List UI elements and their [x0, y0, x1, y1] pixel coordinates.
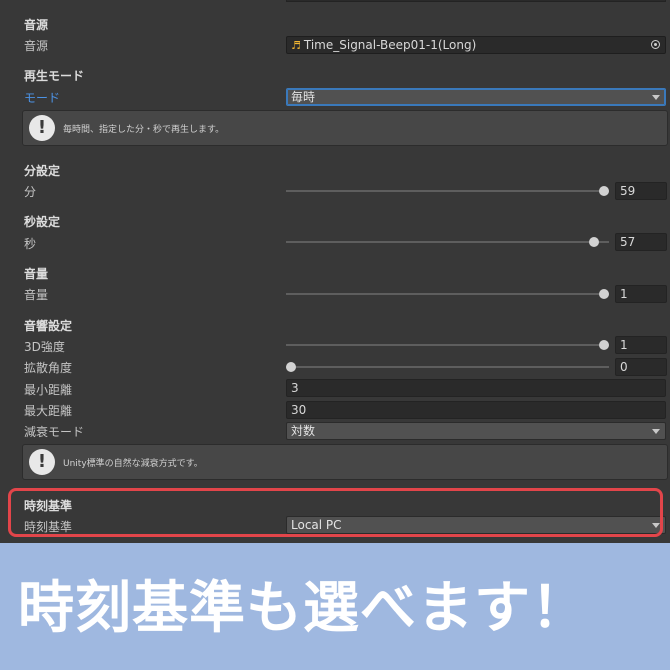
time-base-highlight: [8, 488, 663, 537]
max-distance-input[interactable]: 30: [286, 401, 666, 419]
volume-input[interactable]: 1: [615, 285, 667, 303]
rolloff-help-text: Unity標準の自然な減衰方式です。: [63, 459, 203, 469]
second-header: 秒設定: [24, 215, 61, 229]
play-mode-help-box: ! 毎時間、指定した分・秒で再生します。: [22, 110, 668, 146]
max-distance-label: 最大距離: [24, 404, 73, 418]
audio-source-label: 音源: [24, 39, 49, 53]
spatial-blend-slider-thumb[interactable]: [599, 340, 609, 350]
volume-header: 音量: [24, 267, 49, 281]
volume-slider-track[interactable]: [286, 293, 609, 295]
audio-clip-icon: ♬: [291, 39, 301, 52]
minute-label: 分: [24, 185, 37, 199]
spread-input[interactable]: 0: [615, 358, 667, 376]
sound-settings-header: 音響設定: [24, 319, 73, 333]
play-mode-header: 再生モード: [24, 69, 85, 83]
audio-clip-field[interactable]: ♬ Time_Signal-Beep01-1(Long): [286, 36, 666, 54]
second-input[interactable]: 57: [615, 233, 667, 251]
min-distance-label: 最小距離: [24, 383, 73, 397]
second-label: 秒: [24, 237, 37, 251]
rolloff-mode-dropdown[interactable]: 対数: [286, 422, 666, 440]
play-mode-help-text: 毎時間、指定した分・秒で再生します。: [63, 125, 225, 135]
play-mode-dropdown[interactable]: 毎時: [286, 88, 666, 106]
play-mode-label: モード: [24, 91, 61, 105]
minute-slider-track[interactable]: [286, 190, 609, 192]
inspector-panel: 音源 音源 ♬ Time_Signal-Beep01-1(Long) 再生モード …: [0, 0, 670, 543]
spread-label: 拡散角度: [24, 361, 73, 375]
spread-slider-thumb[interactable]: [286, 362, 296, 372]
audio-clip-name: Time_Signal-Beep01-1(Long): [303, 38, 477, 52]
chevron-down-icon: [652, 429, 660, 434]
spatial-blend-input[interactable]: 1: [615, 336, 667, 354]
banner-text: 時刻基準も選べます！: [18, 576, 588, 641]
spatial-blend-slider-track[interactable]: [286, 344, 609, 346]
chevron-down-icon: [652, 95, 660, 100]
spread-slider-track[interactable]: [286, 366, 609, 368]
spatial-blend-label: 3D強度: [24, 340, 65, 354]
minute-slider-thumb[interactable]: [599, 186, 609, 196]
rolloff-mode-value: 対数: [291, 424, 316, 438]
rolloff-mode-label: 減衰モード: [24, 425, 85, 439]
second-slider-track[interactable]: [286, 241, 609, 243]
play-mode-value: 毎時: [291, 90, 316, 104]
minute-input[interactable]: 59: [615, 182, 667, 200]
caption-banner: 時刻基準も選べます！: [0, 543, 670, 670]
volume-label: 音量: [24, 288, 49, 302]
info-icon: !: [29, 449, 55, 475]
audio-source-header: 音源: [24, 18, 49, 32]
min-distance-input[interactable]: 3: [286, 379, 666, 397]
second-slider-thumb[interactable]: [589, 237, 599, 247]
object-picker-icon[interactable]: [651, 40, 660, 49]
volume-slider-thumb[interactable]: [599, 289, 609, 299]
info-icon: !: [29, 115, 55, 141]
rolloff-help-box: ! Unity標準の自然な減衰方式です。: [22, 444, 668, 480]
minute-header: 分設定: [24, 164, 61, 178]
cut-off-field[interactable]: [286, 0, 666, 2]
